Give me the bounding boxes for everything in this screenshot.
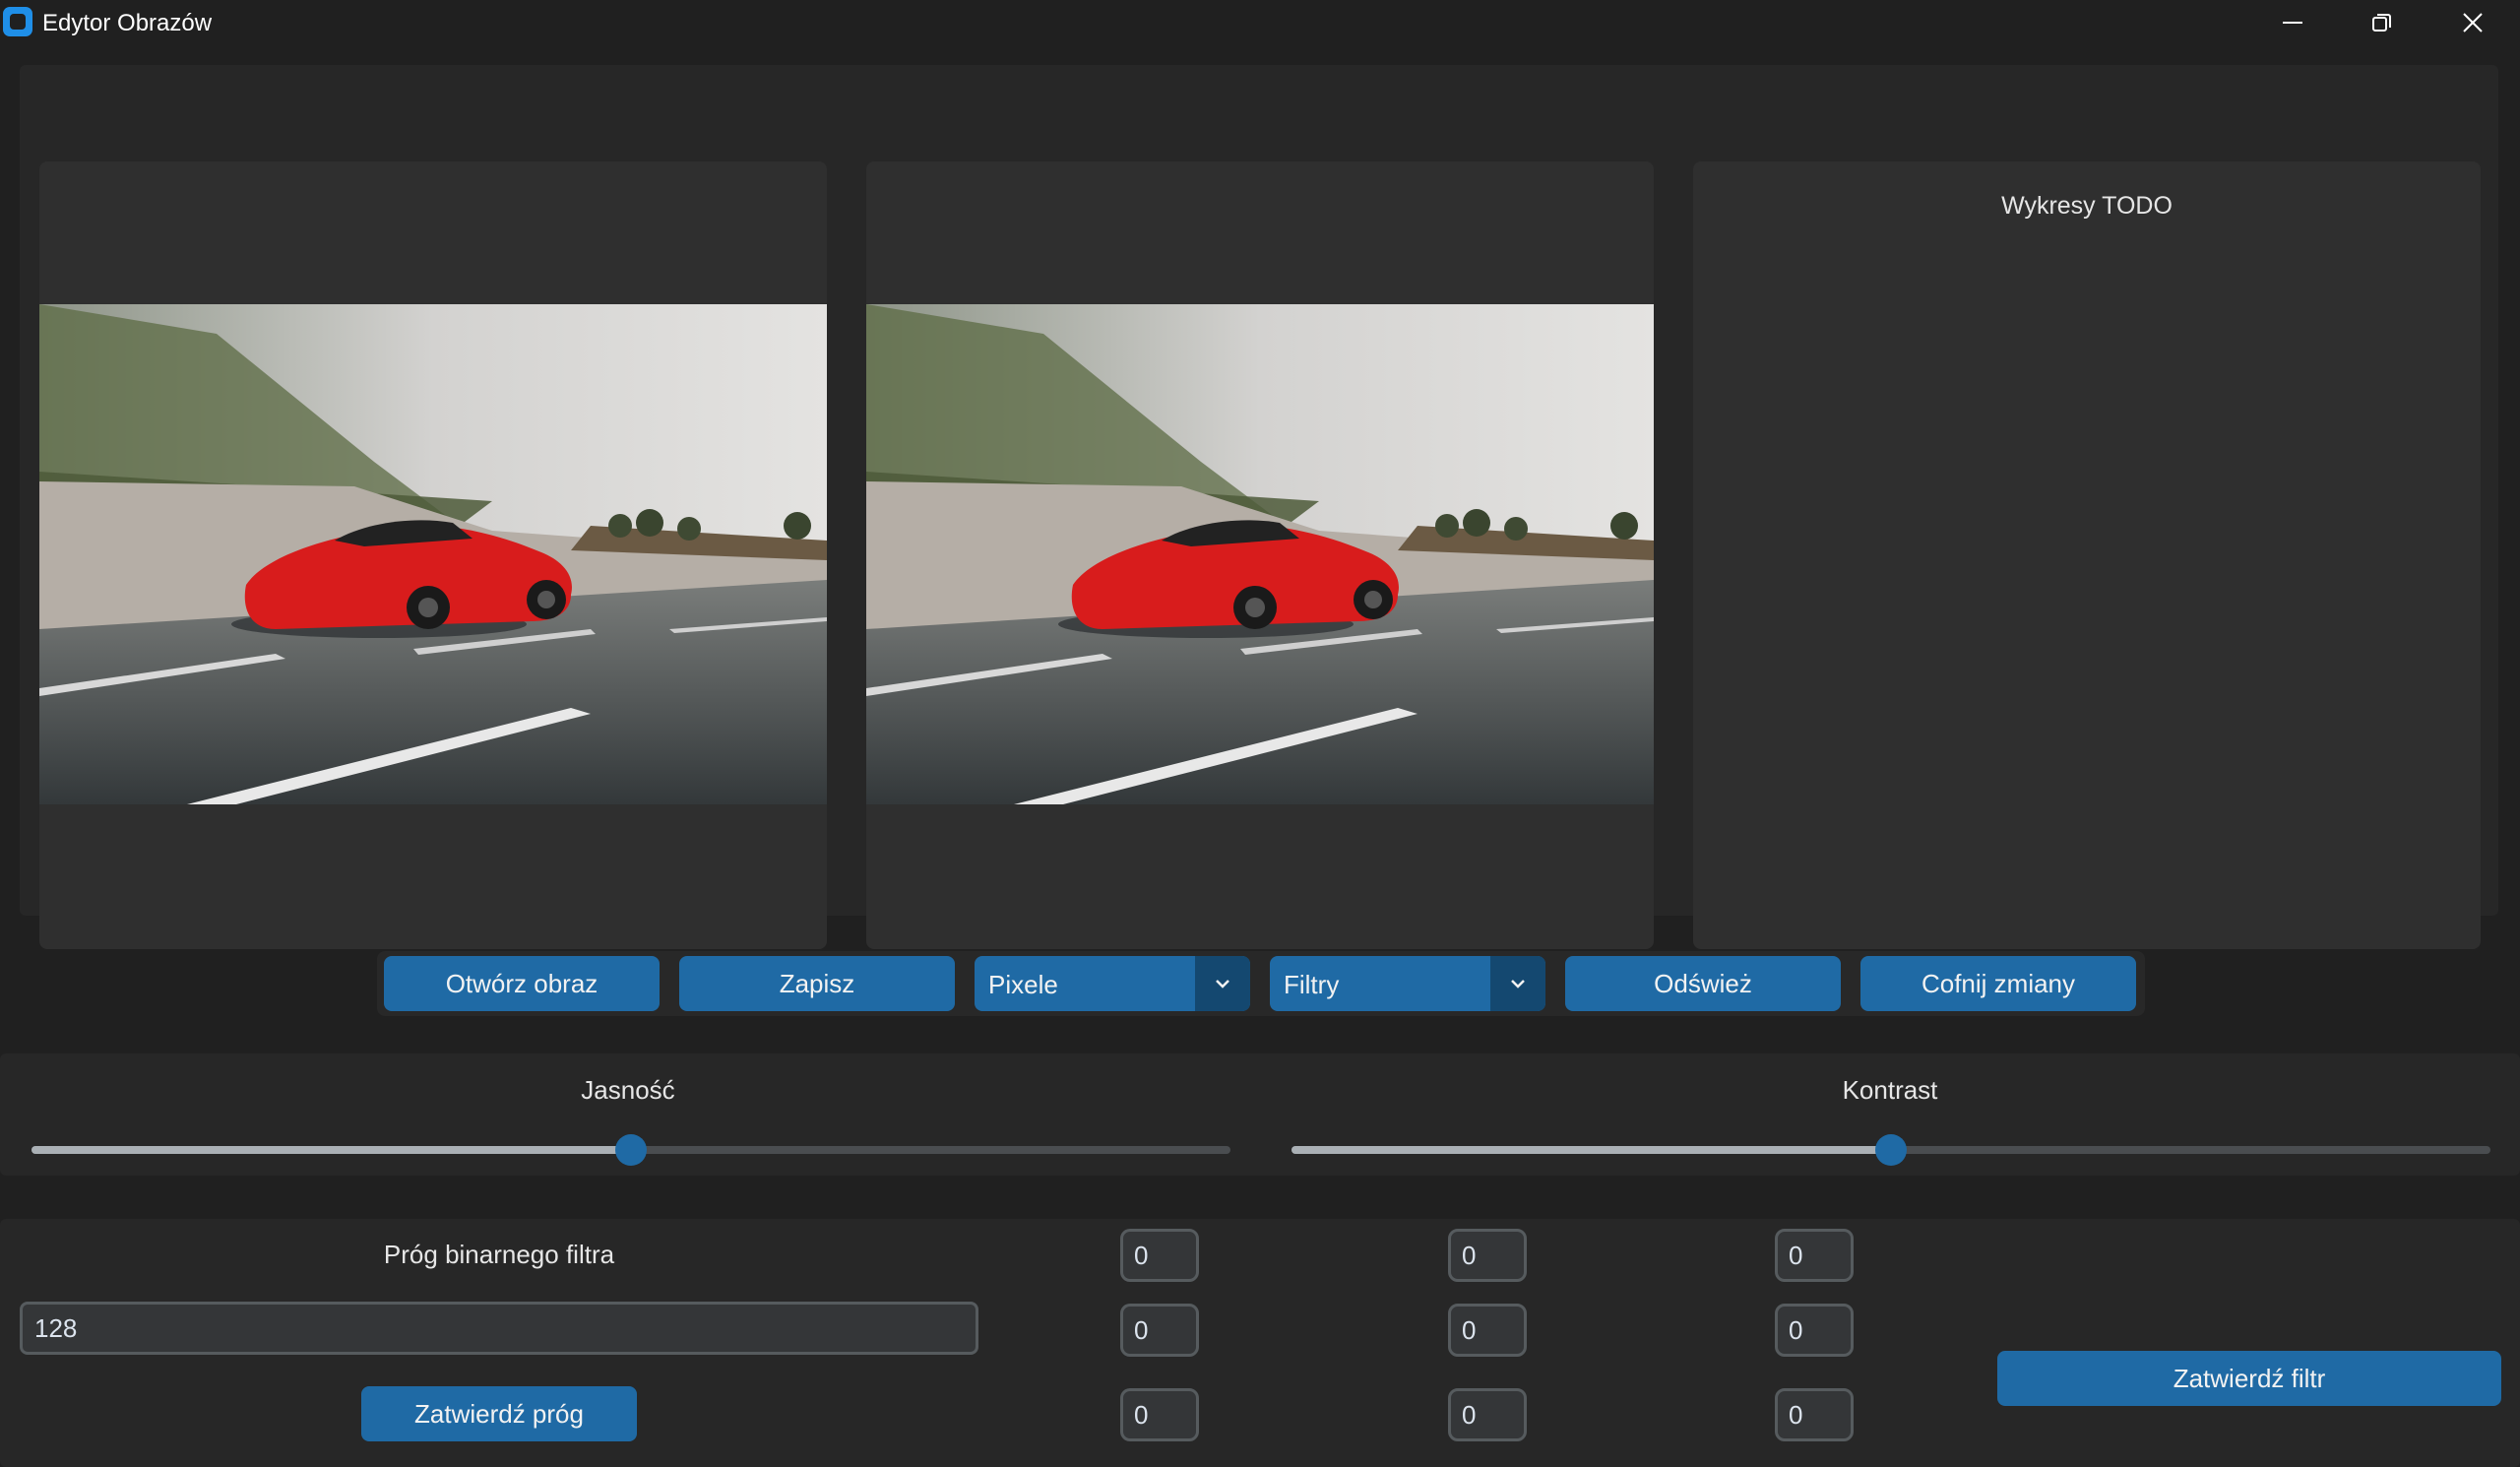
- charts-placeholder-label: Wykresy TODO: [2001, 192, 2173, 220]
- contrast-slider-knob[interactable]: [1875, 1134, 1907, 1166]
- toolbar: Otwórz obraz Zapisz Pixele Filtry Odświe…: [377, 951, 2145, 1016]
- original-image: [39, 304, 827, 804]
- charts-panel: Wykresy TODO: [1693, 161, 2481, 949]
- kernel-cell-1-1[interactable]: 0: [1448, 1304, 1527, 1357]
- brightness-slider-knob[interactable]: [615, 1134, 647, 1166]
- contrast-slider[interactable]: [1292, 1134, 2490, 1166]
- brightness-label: Jasność: [581, 1075, 675, 1105]
- restore-icon: [2372, 14, 2391, 32]
- kernel-cell-2-0[interactable]: 0: [1120, 1388, 1199, 1441]
- pixels-dropdown-value: Pixele: [988, 970, 1058, 999]
- app-icon: [3, 7, 32, 36]
- edited-image-panel: [866, 161, 1654, 949]
- kernel-cell-0-1[interactable]: 0: [1448, 1229, 1527, 1282]
- adjustments-panel: Jasność Kontrast: [0, 1053, 2520, 1176]
- minimize-icon: [2283, 22, 2302, 24]
- filters-dropdown-arrow[interactable]: [1490, 956, 1545, 1011]
- filters-dropdown[interactable]: Filtry: [1270, 956, 1545, 1011]
- close-icon: [2463, 13, 2483, 32]
- image-area: Wykresy TODO: [20, 65, 2498, 949]
- chevron-down-icon: [1216, 980, 1229, 989]
- brightness-slider[interactable]: [32, 1134, 1230, 1166]
- filters-dropdown-value: Filtry: [1284, 970, 1340, 999]
- kernel-cell-0-0[interactable]: 0: [1120, 1229, 1199, 1282]
- undo-changes-button[interactable]: Cofnij zmiany: [1860, 956, 2136, 1011]
- restore-button[interactable]: [2337, 0, 2427, 45]
- filter-settings-panel: Próg binarnego filtra 128 Zatwierdź próg…: [0, 1219, 2520, 1467]
- threshold-input[interactable]: 128: [20, 1302, 978, 1355]
- apply-threshold-button[interactable]: Zatwierdź próg: [361, 1386, 637, 1441]
- apply-filter-button[interactable]: Zatwierdź filtr: [1997, 1351, 2501, 1406]
- contrast-slider-fill: [1292, 1146, 1891, 1154]
- threshold-label: Próg binarnego filtra: [383, 1240, 615, 1269]
- kernel-cell-2-1[interactable]: 0: [1448, 1388, 1527, 1441]
- minimize-button[interactable]: [2247, 0, 2338, 45]
- window-title: Edytor Obrazów: [42, 10, 213, 36]
- save-button[interactable]: Zapisz: [679, 956, 955, 1011]
- refresh-button[interactable]: Odśwież: [1565, 956, 1841, 1011]
- kernel-cell-0-2[interactable]: 0: [1775, 1229, 1854, 1282]
- brightness-slider-fill: [32, 1146, 631, 1154]
- chevron-down-icon: [1511, 980, 1525, 989]
- close-button[interactable]: [2427, 0, 2518, 45]
- open-image-button[interactable]: Otwórz obraz: [384, 956, 660, 1011]
- pixels-dropdown-arrow[interactable]: [1195, 956, 1250, 1011]
- title-bar: Edytor Obrazów: [0, 0, 2520, 45]
- kernel-cell-2-2[interactable]: 0: [1775, 1388, 1854, 1441]
- pixels-dropdown[interactable]: Pixele: [975, 956, 1250, 1011]
- kernel-cell-1-0[interactable]: 0: [1120, 1304, 1199, 1357]
- contrast-label: Kontrast: [1842, 1075, 1938, 1105]
- kernel-cell-1-2[interactable]: 0: [1775, 1304, 1854, 1357]
- edited-image: [866, 304, 1654, 804]
- original-image-panel: [39, 161, 827, 949]
